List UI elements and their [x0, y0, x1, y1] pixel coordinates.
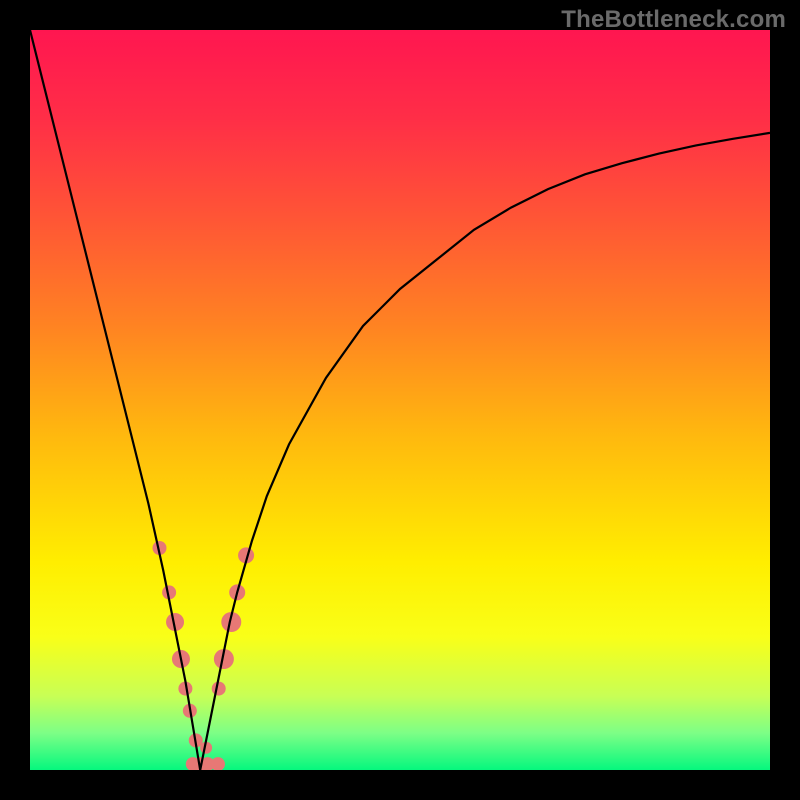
watermark-text: TheBottleneck.com	[561, 6, 786, 34]
plot-area	[30, 30, 770, 770]
bottleneck-curve	[30, 30, 770, 770]
data-marker	[211, 757, 225, 770]
chart-svg	[30, 30, 770, 770]
marker-layer	[153, 541, 255, 770]
chart-frame: TheBottleneck.com	[0, 0, 800, 800]
data-marker	[212, 682, 226, 696]
